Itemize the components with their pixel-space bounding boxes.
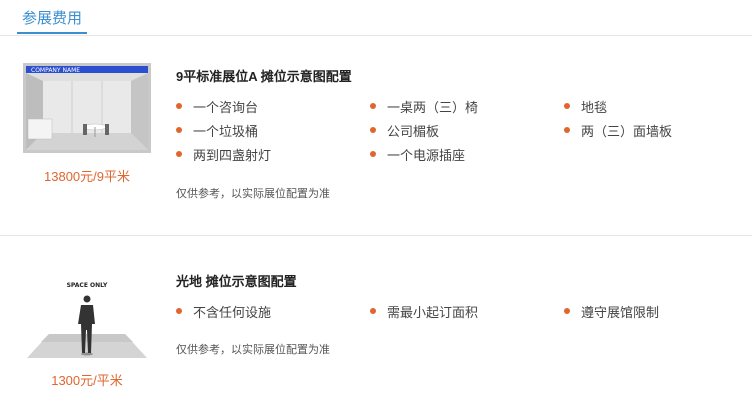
space-only-label: SPACE ONLY: [67, 282, 108, 289]
booth-banner-text: COMPANY NAME: [31, 67, 80, 74]
booth-space-only: SPACE ONLY 1300元/平米 光地 摊位示意图配置 不含任何设施 需最…: [0, 240, 752, 408]
booth-title: 9平标准展位A 摊位示意图配置: [176, 69, 352, 84]
feature-item: 遵守展馆限制: [564, 302, 659, 321]
feature-item: 两（三）面墙板: [564, 121, 672, 140]
standard-booth-image: COMPANY NAME: [23, 63, 151, 153]
booth-title: 光地 摊位示意图配置: [176, 274, 297, 289]
feature-list: 一个咨询台 一桌两（三）椅 地毯 一个垃圾桶 公司楣板 两（三）面墙板 两到四盏…: [176, 97, 746, 167]
section-tab-bar: 参展费用: [0, 0, 752, 36]
booth-note: 仅供参考，以实际展位配置为准: [176, 344, 330, 356]
feature-item: 公司楣板: [370, 121, 439, 140]
feature-item: 一个垃圾桶: [176, 121, 258, 140]
booth-price: 13800元/9平米: [44, 169, 130, 184]
booth-standard-a: COMPANY NAME 13800元/9平米 9平标准展位A 摊位示意图配置 …: [0, 40, 752, 236]
feature-item: 一个电源插座: [370, 145, 465, 164]
feature-item: 一桌两（三）椅: [370, 97, 478, 116]
feature-list: 不含任何设施 需最小起订面积 遵守展馆限制: [176, 302, 746, 322]
feature-item: 两到四盏射灯: [176, 145, 271, 164]
booth-note: 仅供参考，以实际展位配置为准: [176, 188, 330, 200]
booth-price: 1300元/平米: [51, 373, 123, 388]
feature-item: 一个咨询台: [176, 97, 258, 116]
feature-item: 需最小起订面积: [370, 302, 478, 321]
tab-participation-fee[interactable]: 参展费用: [17, 8, 88, 34]
feature-item: 不含任何设施: [176, 302, 271, 321]
space-only-image: SPACE ONLY: [23, 272, 151, 360]
feature-item: 地毯: [564, 97, 607, 116]
